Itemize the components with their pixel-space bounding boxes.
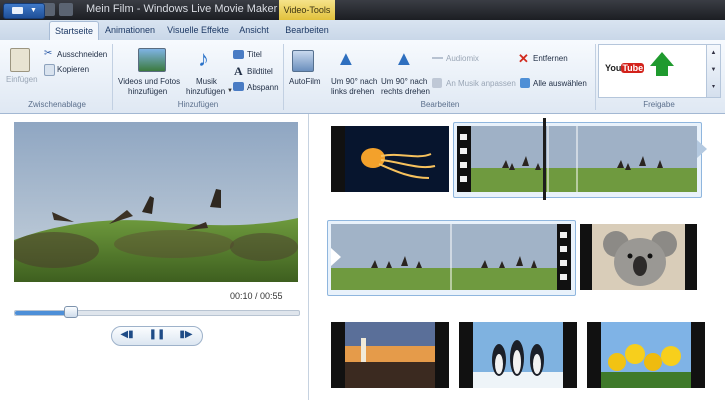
app-menu-button[interactable]: ▼	[3, 3, 45, 19]
rotate-right-icon: ▲	[394, 48, 414, 70]
paste-button[interactable]: Einfügen	[6, 75, 38, 85]
add-media-label-2[interactable]: hinzufügen	[128, 87, 167, 97]
audiomix-button[interactable]: Audiomix	[446, 54, 479, 64]
tab-animationen[interactable]: Animationen	[101, 21, 159, 40]
autofilm-icon	[292, 50, 314, 72]
autofilm-button[interactable]: AutoFilm	[289, 77, 321, 87]
clip-koala[interactable]	[580, 224, 697, 290]
redo-icon[interactable]	[59, 3, 73, 16]
clip-lighthouse[interactable]	[331, 322, 449, 388]
transition-arrow	[697, 140, 707, 158]
clip-birds-2[interactable]	[331, 224, 571, 290]
transition-arrow	[331, 248, 341, 266]
timecode: 00:10 / 00:55	[230, 291, 283, 301]
title-icon	[233, 50, 244, 59]
add-media-icon	[138, 48, 166, 72]
gallery-scroll[interactable]: ▲ ▼ ▾	[706, 44, 721, 98]
menu-icon	[12, 7, 23, 14]
tab-bearbeiten[interactable]: Bearbeiten	[281, 21, 333, 40]
cut-button[interactable]: Ausschneiden	[57, 50, 107, 60]
tab-ansicht[interactable]: Ansicht	[236, 21, 272, 40]
rotate-right-label-2[interactable]: rechts drehen	[381, 87, 430, 97]
birds-thumbnail	[457, 126, 697, 192]
select-all-button[interactable]: Alle auswählen	[533, 79, 587, 89]
cut-icon: ✂	[44, 48, 53, 59]
next-frame-icon: ▮▶	[179, 329, 193, 340]
seek-thumb[interactable]	[64, 306, 78, 318]
rotate-right-label-1[interactable]: Um 90° nach	[381, 77, 427, 87]
add-media-label-1[interactable]: Videos und Fotos	[118, 77, 180, 87]
youtube-icon[interactable]: YouTube	[605, 60, 645, 76]
tulips-thumbnail	[587, 322, 705, 388]
tab-startseite[interactable]: Startseite	[49, 21, 99, 41]
publish-arrow-stem	[656, 66, 668, 76]
tab-visuelle-effekte[interactable]: Visuelle Effekte	[163, 21, 233, 40]
copy-icon	[44, 64, 55, 76]
fit-music-button[interactable]: An Musik anpassen	[446, 79, 516, 89]
group-separator	[283, 44, 284, 110]
group-separator	[595, 44, 596, 110]
koala-thumbnail	[580, 224, 697, 290]
clip-jellyfish[interactable]	[331, 126, 449, 192]
pause-icon: ❚❚	[148, 329, 166, 340]
group-separator	[112, 44, 113, 110]
next-frame-button[interactable]: ▮▶	[174, 327, 198, 343]
add-music-label-1[interactable]: Musik	[196, 77, 217, 87]
group-label-share: Freigabe	[643, 100, 675, 109]
pause-button[interactable]: ❚❚	[145, 327, 169, 343]
caption-icon: A	[234, 64, 243, 78]
publish-icon[interactable]	[650, 52, 674, 66]
rotate-left-icon: ▲	[336, 48, 356, 70]
context-tab-video-tools: Video-Tools	[279, 0, 335, 20]
paste-icon	[10, 48, 30, 72]
audiomix-icon	[432, 57, 443, 59]
group-label-clipboard: Zwischenablage	[28, 100, 86, 109]
group-label-edit: Bearbeiten	[420, 100, 460, 109]
playhead[interactable]	[543, 118, 546, 200]
birds-thumbnail	[331, 224, 571, 290]
credits-icon	[233, 82, 244, 91]
caption-button[interactable]: Bildtitel	[247, 67, 273, 77]
remove-icon: ✕	[518, 51, 529, 66]
rotate-left-label-2[interactable]: links drehen	[331, 87, 374, 97]
prev-frame-icon: ◀▮	[120, 329, 134, 340]
select-all-icon	[520, 78, 530, 88]
rotate-left-label-1[interactable]: Um 90° nach	[331, 77, 377, 87]
clip-tulips[interactable]	[587, 322, 705, 388]
group-label-add: Hinzufügen	[177, 100, 219, 109]
lighthouse-thumbnail	[331, 322, 449, 388]
video-frame	[14, 122, 298, 282]
clip-birds-1[interactable]	[457, 126, 697, 192]
title-button[interactable]: Titel	[247, 50, 262, 60]
chevron-down-icon: ▼	[30, 7, 37, 14]
prev-frame-button[interactable]: ◀▮	[115, 327, 139, 343]
music-icon: ♪	[198, 46, 209, 71]
video-preview[interactable]	[14, 122, 298, 282]
window-title: Mein Film - Windows Live Movie Maker	[86, 3, 278, 15]
fit-music-icon	[432, 78, 442, 88]
remove-button[interactable]: Entfernen	[533, 54, 568, 64]
credits-button[interactable]: Abspann	[247, 83, 279, 93]
clip-penguins[interactable]	[459, 322, 577, 388]
copy-button[interactable]: Kopieren	[57, 65, 89, 75]
add-music-label-2[interactable]: hinzufügen	[186, 87, 225, 97]
penguins-thumbnail	[459, 322, 577, 388]
jellyfish-thumbnail	[331, 126, 449, 192]
